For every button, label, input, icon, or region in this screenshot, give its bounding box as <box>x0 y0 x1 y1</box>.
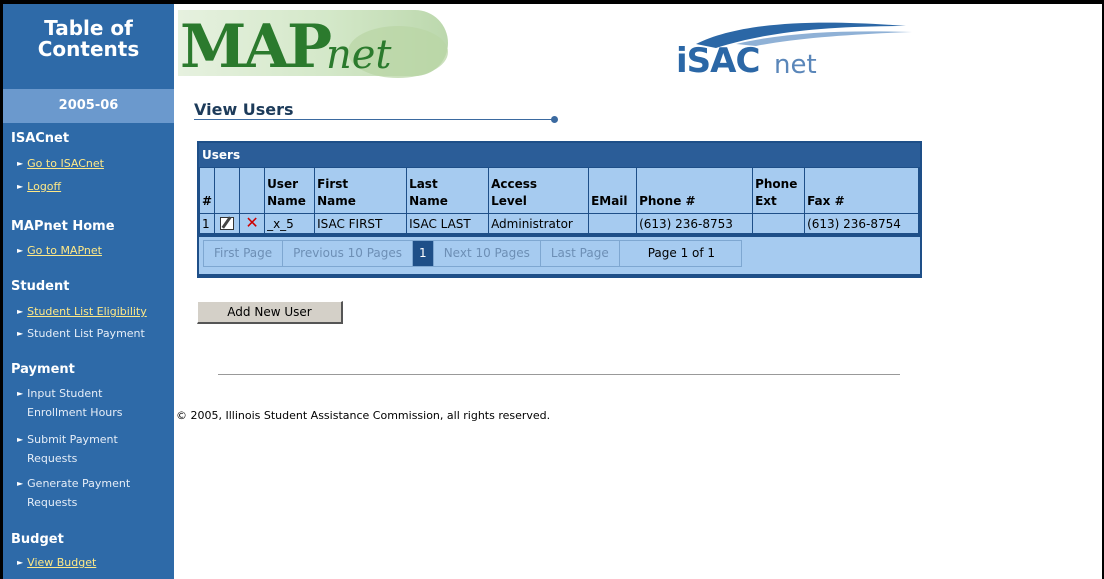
sidebar: Table of Contents 2005-06 ISACnet ► Go to… <box>3 4 174 579</box>
cell-first-name: ISAC FIRST <box>314 213 408 234</box>
sidebar-link-label: Go to MAPnet <box>27 244 102 257</box>
edit-icon[interactable] <box>220 216 235 230</box>
page-title: View Users <box>194 100 294 119</box>
sidebar-link-input-student-enrollment-hours[interactable]: ► Input Student Enrollment Hours <box>17 384 123 422</box>
section-mapnet-home: MAPnet Home <box>11 219 115 234</box>
cell-access-level: Administrator <box>488 213 590 234</box>
sidebar-link-label: View Budget <box>27 556 97 569</box>
triangle-right-icon: ► <box>17 159 24 168</box>
cell-edit[interactable] <box>214 213 241 234</box>
isacnet-logo: iSAC net <box>676 20 916 86</box>
mapnet-logo: MAP net <box>178 10 458 82</box>
copyright-footer: © 2005, Illinois Student Assistance Comm… <box>176 409 551 422</box>
pager-info: Page 1 of 1 <box>647 246 716 260</box>
toc-title-line2: Contents <box>37 37 140 61</box>
title-underline <box>194 119 554 120</box>
col-header-label: Last Name <box>409 177 448 208</box>
sidebar-link-go-to-isacnet[interactable]: ► Go to ISACnet <box>17 154 104 173</box>
pager-controls: First Page Previous 10 Pages 1 Next 10 P… <box>203 240 743 267</box>
col-header-user-name[interactable]: User Name <box>264 167 316 214</box>
sidebar-link-generate-payment-requests[interactable]: ► Generate Payment Requests <box>17 474 130 512</box>
col-header-fax[interactable]: Fax # <box>804 167 920 214</box>
col-header-edit <box>214 167 241 214</box>
col-header-access-level[interactable]: Access Level <box>488 167 590 214</box>
sidebar-link-label: Go to ISACnet <box>27 157 104 170</box>
users-table-title: Users <box>199 143 920 167</box>
col-header-phone-ext[interactable]: Phone Ext <box>752 167 806 214</box>
title-underline-dot <box>551 116 558 123</box>
pager-last-page[interactable]: Last Page <box>541 241 620 266</box>
triangle-right-icon: ► <box>17 329 24 338</box>
sidebar-link-label-line2: Requests <box>27 496 78 509</box>
col-header-label: First Name <box>317 177 356 208</box>
sidebar-link-view-budget[interactable]: ► View Budget <box>17 553 96 572</box>
section-payment: Payment <box>11 362 75 377</box>
users-table: # User Name First Name Last Name Access … <box>198 167 920 234</box>
section-budget: Budget <box>11 532 64 547</box>
pager-first-page[interactable]: First Page <box>204 241 284 266</box>
cell-last-name: ISAC LAST <box>406 213 490 234</box>
sidebar-link-student-list-payment[interactable]: ► Student List Payment <box>17 324 145 343</box>
delete-icon[interactable]: ✕ <box>245 213 258 232</box>
section-student: Student <box>11 279 70 294</box>
sidebar-link-label: Student List Eligibility <box>27 305 147 318</box>
col-header-delete <box>239 167 266 214</box>
pager: First Page Previous 10 Pages 1 Next 10 P… <box>199 236 920 274</box>
year-label: 2005-06 <box>3 89 174 123</box>
sidebar-link-logoff[interactable]: ► Logoff <box>17 177 61 196</box>
triangle-right-icon: ► <box>17 246 24 255</box>
users-table-panel: Users # User Name First Name Last Name A… <box>197 141 922 278</box>
cell-num: 1 <box>198 213 216 234</box>
add-new-user-button[interactable]: Add New User <box>197 301 343 324</box>
triangle-right-icon: ► <box>17 182 24 191</box>
sidebar-link-label: Student List Payment <box>27 327 145 340</box>
isacnet-logo-main: iSAC <box>676 41 760 81</box>
pager-next-10[interactable]: Next 10 Pages <box>434 241 541 266</box>
sidebar-link-label-line2: Enrollment Hours <box>27 406 123 419</box>
sidebar-link-label: Logoff <box>27 180 62 193</box>
toc-title: Table of Contents <box>3 18 174 60</box>
col-header-first-name[interactable]: First Name <box>314 167 408 214</box>
sidebar-link-submit-payment-requests[interactable]: ► Submit Payment Requests <box>17 430 118 468</box>
col-header-label: Phone Ext <box>755 177 798 208</box>
pager-current-page[interactable]: 1 <box>413 241 434 266</box>
triangle-right-icon: ► <box>17 558 24 567</box>
section-isacnet: ISACnet <box>11 131 70 146</box>
sidebar-link-student-list-eligibility[interactable]: ► Student List Eligibility <box>17 302 147 321</box>
mapnet-logo-sub: net <box>326 32 392 78</box>
col-header-email[interactable]: EMail <box>588 167 638 214</box>
table-header-row: # User Name First Name Last Name Access … <box>198 167 920 214</box>
col-header-label: User Name <box>267 177 306 208</box>
triangle-right-icon: ► <box>17 435 24 444</box>
sidebar-link-label-line2: Requests <box>27 452 78 465</box>
cell-email <box>588 213 638 234</box>
sidebar-link-label: Generate Payment <box>27 477 131 490</box>
sidebar-link-go-to-mapnet[interactable]: ► Go to MAPnet <box>17 241 102 260</box>
col-header-num: # <box>198 167 216 214</box>
col-header-last-name[interactable]: Last Name <box>406 167 490 214</box>
divider <box>218 374 900 375</box>
triangle-right-icon: ► <box>17 479 24 488</box>
isacnet-logo-sub: net <box>774 50 817 80</box>
cell-phone-ext <box>752 213 806 234</box>
table-row: 1 ✕ _x_5 ISAC FIRST ISAC LAST Administra… <box>198 213 920 234</box>
cell-delete[interactable]: ✕ <box>239 213 266 234</box>
pager-previous-10[interactable]: Previous 10 Pages <box>283 241 414 266</box>
sidebar-link-label: Input Student <box>27 387 103 400</box>
toc-header: Table of Contents <box>3 4 174 83</box>
cell-user-name: _x_5 <box>264 213 316 234</box>
cell-fax: (613) 236-8754 <box>804 213 920 234</box>
col-header-label: Access Level <box>491 177 537 208</box>
mapnet-logo-main: MAP <box>180 12 332 82</box>
cell-phone: (613) 236-8753 <box>636 213 754 234</box>
sidebar-link-label: Submit Payment <box>27 433 118 446</box>
toc-title-line1: Table of <box>44 16 133 40</box>
triangle-right-icon: ► <box>17 307 24 316</box>
triangle-right-icon: ► <box>17 389 24 398</box>
col-header-phone[interactable]: Phone # <box>636 167 754 214</box>
